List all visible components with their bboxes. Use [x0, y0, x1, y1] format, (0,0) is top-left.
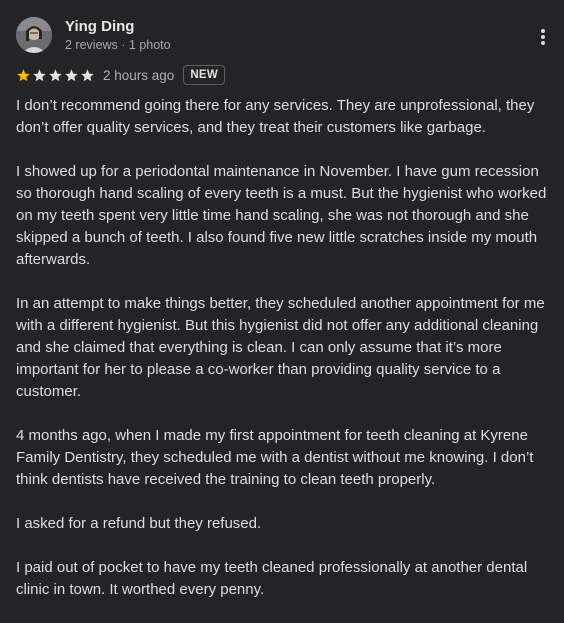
author-meta: 2 reviews · 1 photo [65, 38, 171, 52]
author-avatar[interactable] [16, 17, 52, 53]
review-paragraph: I asked for a refund but they refused. [16, 515, 262, 532]
avatar-photo [16, 17, 52, 53]
star-empty-icon [81, 68, 94, 81]
new-badge: NEW [183, 65, 226, 85]
more-options-button[interactable] [532, 26, 554, 48]
star-rating [16, 68, 96, 83]
review-text: I don’t recommend going there for any se… [16, 95, 556, 623]
author-name[interactable]: Ying Ding [65, 18, 134, 35]
star-empty-icon [65, 68, 78, 81]
review-card: Ying Ding 2 reviews · 1 photo 2 hours ag… [0, 0, 564, 611]
review-paragraph: I don’t recommend going there for any se… [16, 97, 535, 136]
star-filled-icon [17, 68, 30, 81]
star-empty-icon [49, 68, 62, 81]
star-empty-icon [33, 68, 46, 81]
review-paragraph: I paid out of pocket to have my teeth cl… [16, 559, 528, 598]
review-time: 2 hours ago [103, 67, 175, 83]
review-paragraph: In an attempt to make things better, the… [16, 295, 545, 400]
review-paragraph: I showed up for a periodontal maintenanc… [16, 163, 547, 268]
rating-row: 2 hours ago NEW [16, 64, 226, 86]
review-paragraph: 4 months ago, when I made my first appoi… [16, 427, 534, 488]
